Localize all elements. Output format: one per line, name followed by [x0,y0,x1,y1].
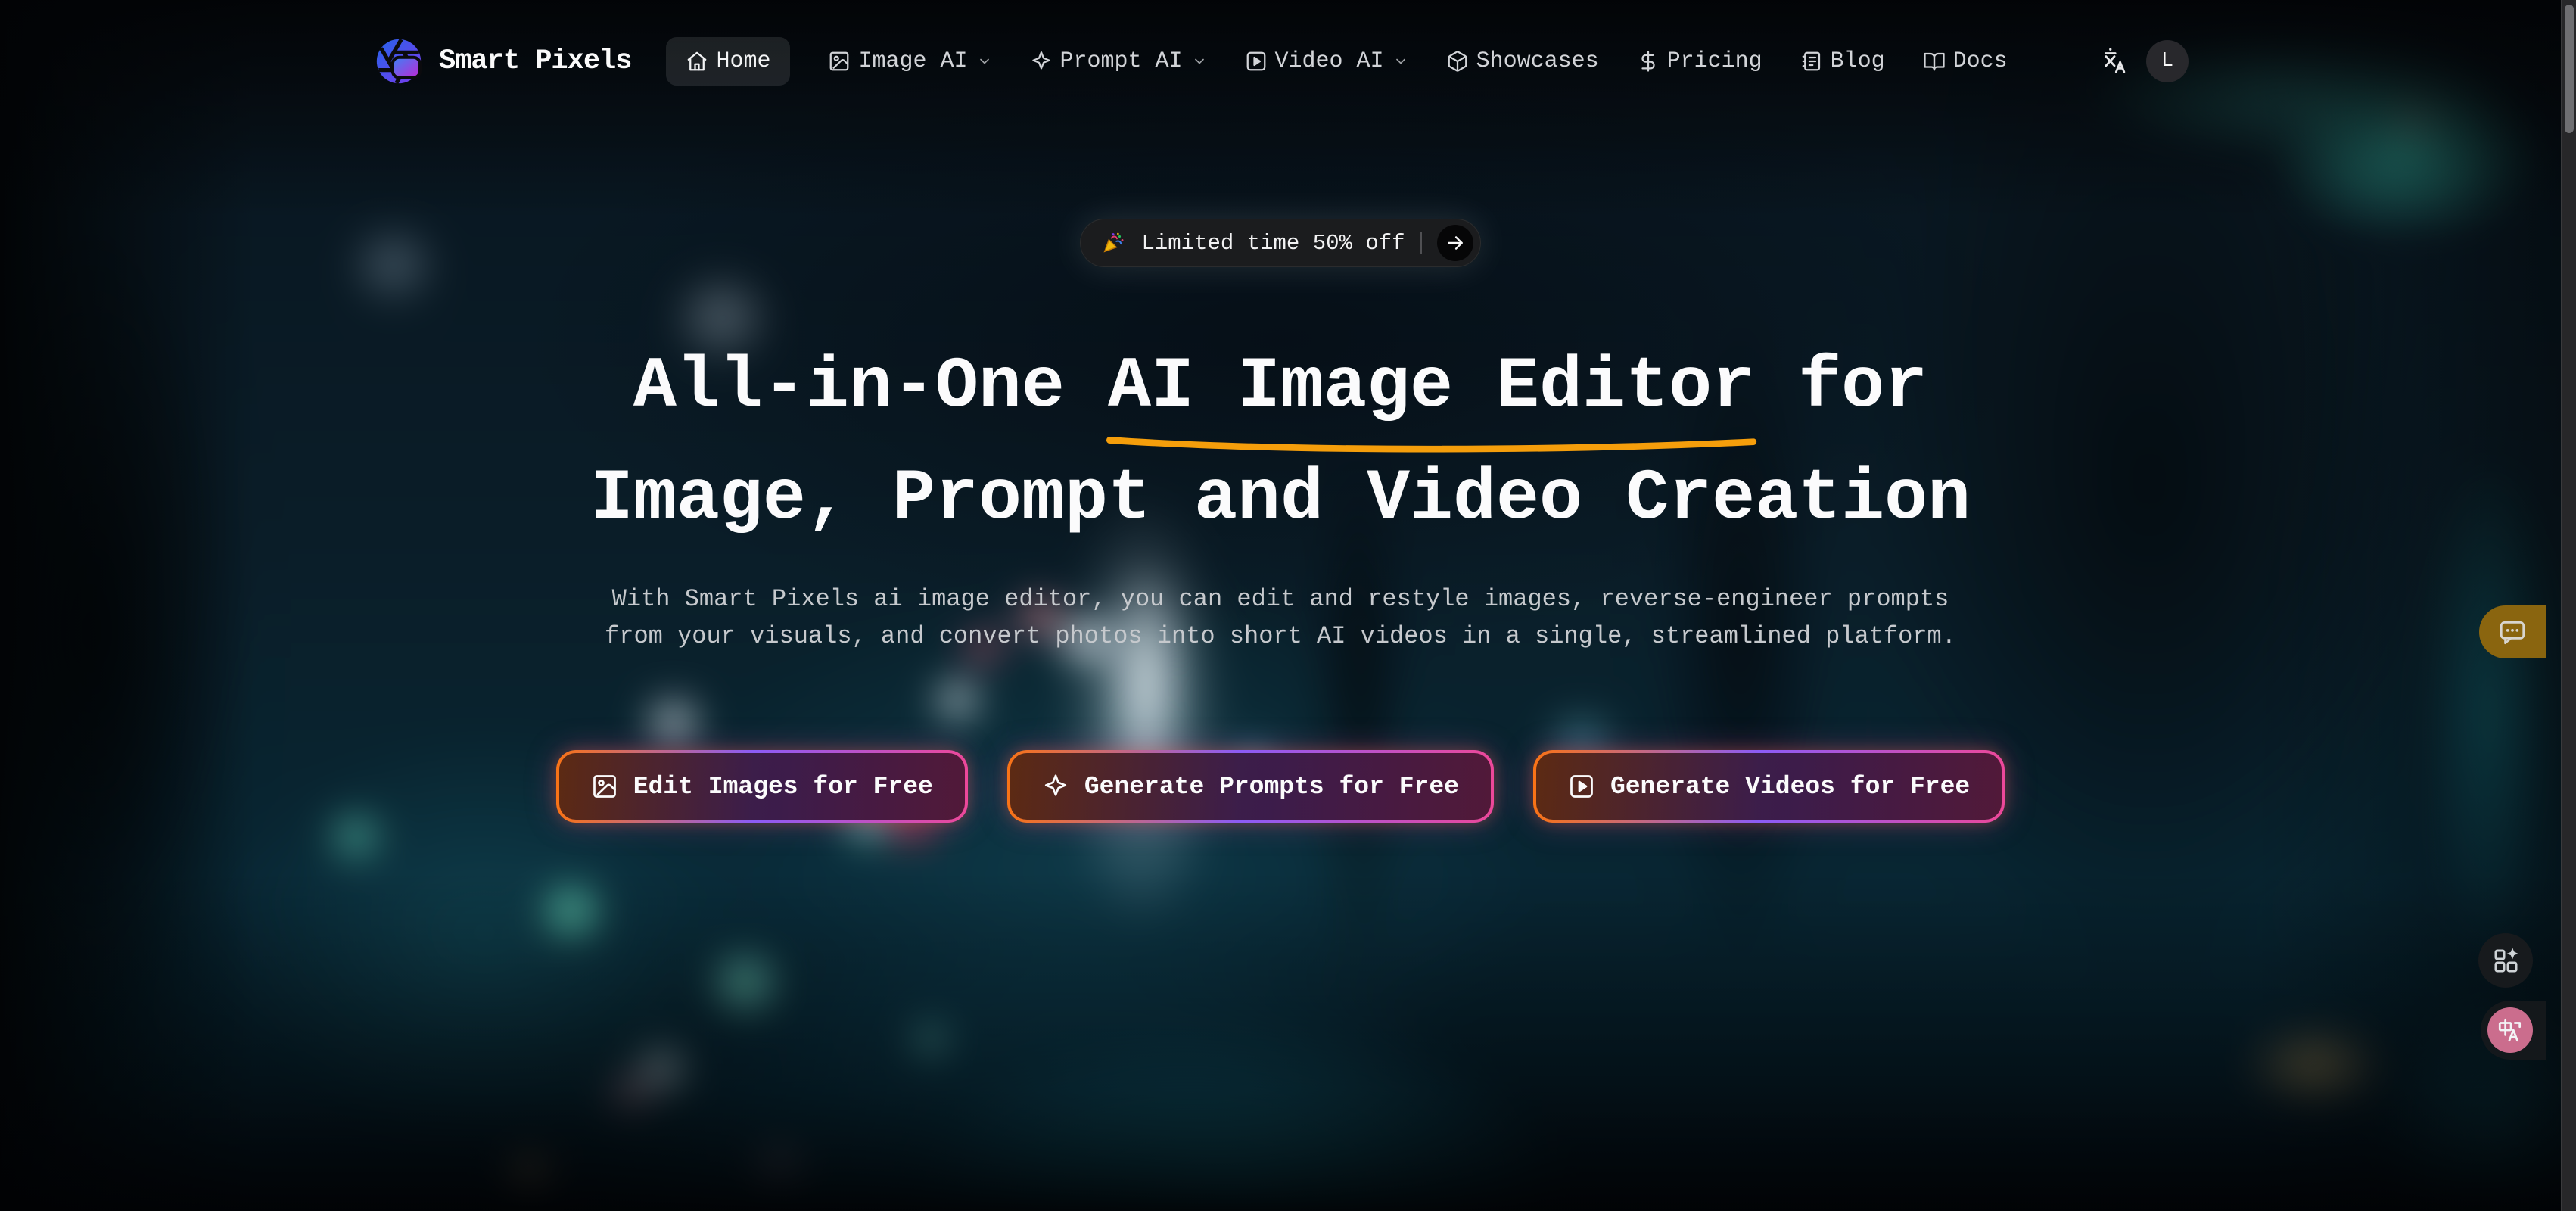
hero-content: Limited time 50% off All-in-One AI Image… [0,0,2561,1211]
generate-videos-button[interactable]: Generate Videos for Free [1533,750,2005,823]
scrollbar-thumb[interactable] [2565,5,2574,133]
package-icon [1446,50,1469,73]
orange-underline-swoosh [1105,435,1758,455]
cta-button-row: Edit Images for Free Generate Prompts fo… [556,750,2005,823]
chat-bubble-icon [2497,616,2528,648]
user-avatar[interactable]: L [2146,40,2189,82]
nav-label: Blog [1831,48,1885,74]
nav-item-blog[interactable]: Blog [1800,48,1885,74]
generate-videos-button-inner: Generate Videos for Free [1536,753,2002,820]
notebook-icon [1800,50,1823,73]
heading-highlight: AI Image Editor [1108,331,1755,443]
translate-icon [2098,45,2130,77]
aperture-logo-icon [372,35,425,88]
generate-prompts-button[interactable]: Generate Prompts for Free [1007,750,1494,823]
nav-item-prompt-ai[interactable]: Prompt AI [1030,48,1207,74]
nav-item-video-ai[interactable]: Video AI [1245,48,1408,74]
nav-label: Pricing [1667,48,1762,74]
nav-label: Showcases [1476,48,1599,74]
landing-page: Smart Pixels Home [0,0,2576,1211]
nav-item-pricing[interactable]: Pricing [1637,48,1762,74]
brand-name: Smart Pixels [439,45,631,77]
image-icon [828,50,851,73]
heading-line1: All-in-One AI Image Editor for [633,346,1927,428]
banner-arrow-button[interactable] [1437,225,1473,261]
sparkle-icon [1042,773,1069,800]
nav-label: Prompt AI [1060,48,1183,74]
arrow-right-icon [1445,233,1465,253]
apps-sparkle-icon [2490,945,2521,976]
nav-item-image-ai[interactable]: Image AI [828,48,991,74]
cta-label: Generate Videos for Free [1610,773,1970,801]
image-icon [591,773,618,800]
edit-images-button[interactable]: Edit Images for Free [556,750,968,823]
subtitle-line1: With Smart Pixels ai image editor, you c… [605,581,1956,618]
generate-prompts-button-inner: Generate Prompts for Free [1010,753,1491,820]
video-play-icon [1568,773,1595,800]
cta-label: Generate Prompts for Free [1084,773,1459,801]
promo-banner-text: Limited time 50% off [1141,231,1405,256]
ai-apps-widget[interactable] [2478,933,2533,988]
nav-label: Docs [1953,48,2008,74]
translate-circle-icon [2487,1007,2533,1053]
header: Smart Pixels Home [0,0,2561,123]
video-play-icon [1245,50,1268,73]
hero-subtitle: With Smart Pixels ai image editor, you c… [605,581,1956,655]
home-icon [686,50,708,73]
sparkle-icon [1030,50,1053,73]
main-nav: Home Image AI [666,37,2007,86]
banner-divider [1420,232,1422,254]
cta-label: Edit Images for Free [633,773,933,801]
nav-item-showcases[interactable]: Showcases [1446,48,1599,74]
chevron-down-icon [1393,54,1408,69]
nav-label: Video AI [1275,48,1384,74]
chevron-down-icon [1192,54,1207,69]
nav-item-docs[interactable]: Docs [1923,48,2008,74]
page-translate-widget[interactable] [2481,1001,2546,1060]
dollar-icon [1637,50,1660,73]
avatar-initial: L [2161,50,2173,73]
nav-label: Image AI [858,48,967,74]
hero-heading: All-in-One AI Image Editor for Image, Pr… [590,331,1971,555]
party-popper-icon [1100,230,1126,256]
edit-images-button-inner: Edit Images for Free [559,753,965,820]
language-switcher-button[interactable] [2093,40,2136,82]
nav-wrap: Smart Pixels Home [372,35,2189,88]
promo-banner[interactable]: Limited time 50% off [1080,219,1480,267]
brand-logo[interactable]: Smart Pixels [372,35,631,88]
page-scrollbar[interactable] [2561,0,2576,1211]
nav-label: Home [716,48,770,74]
chat-support-widget[interactable] [2479,606,2546,658]
book-open-icon [1923,50,1946,73]
chevron-down-icon [977,54,992,69]
hero-section: Smart Pixels Home [0,0,2561,1211]
subtitle-line2: from your visuals, and convert photos in… [605,618,1956,655]
nav-item-home[interactable]: Home [666,37,790,86]
heading-line2: Image, Prompt and Video Creation [590,458,1971,540]
